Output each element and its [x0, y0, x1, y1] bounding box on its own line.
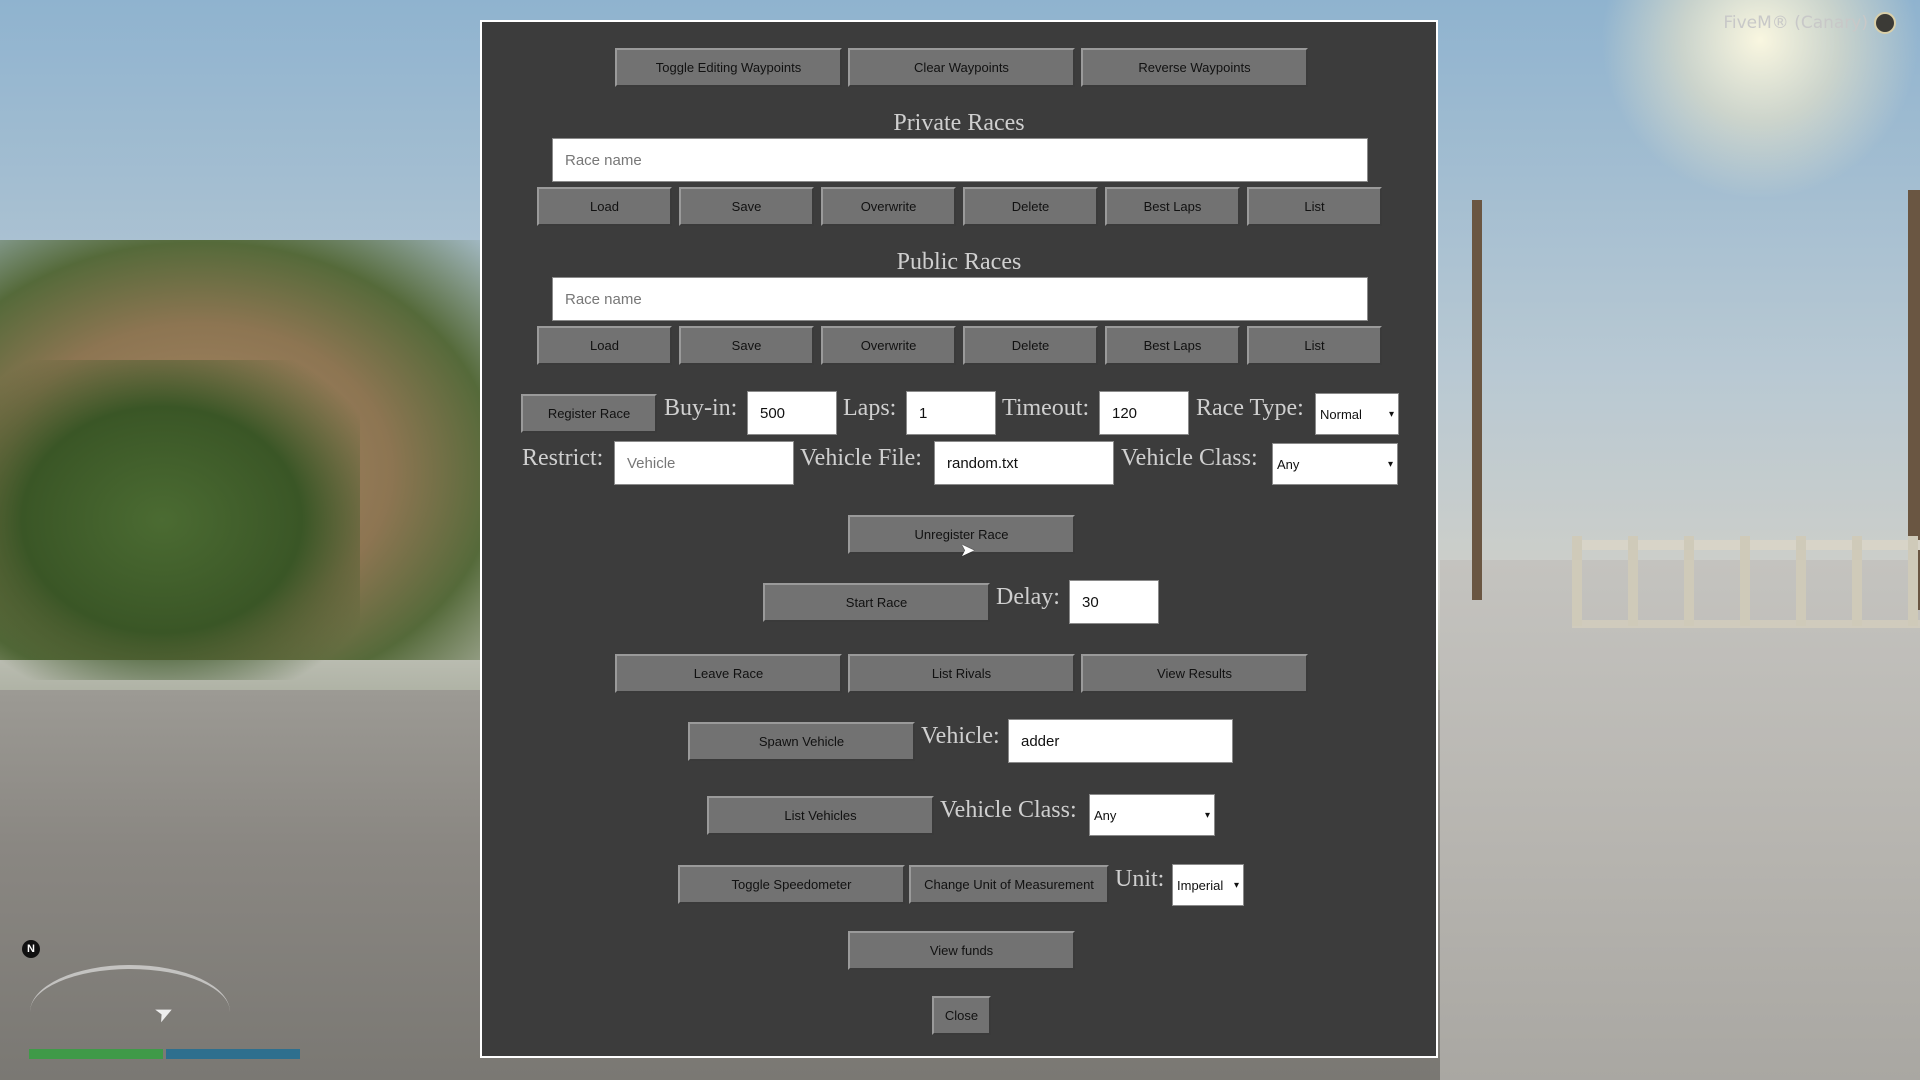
unit-select[interactable]: Imperial ▾ [1172, 864, 1244, 906]
unit-label: Unit: [1115, 866, 1165, 892]
list-vehicle-class-value: Any [1094, 807, 1117, 823]
private-overwrite-button[interactable]: Overwrite [821, 187, 956, 226]
fence-post [1796, 536, 1806, 626]
private-load-button[interactable]: Load [537, 187, 672, 226]
race-type-select[interactable]: Normal ▾ [1315, 393, 1399, 435]
toggle-editing-waypoints-button[interactable]: Toggle Editing Waypoints [615, 48, 842, 87]
public-best-laps-button[interactable]: Best Laps [1105, 326, 1240, 365]
fence-post [1684, 536, 1694, 626]
health-bar [29, 1049, 163, 1059]
fence-post [1852, 536, 1862, 626]
spawn-vehicle-button[interactable]: Spawn Vehicle [688, 722, 915, 761]
vehicle-file-label: Vehicle File: [800, 445, 922, 471]
private-best-laps-button[interactable]: Best Laps [1105, 187, 1240, 226]
private-list-button[interactable]: List [1247, 187, 1382, 226]
background-bushes [0, 360, 360, 680]
toggle-speedometer-button[interactable]: Toggle Speedometer [678, 865, 905, 904]
vehicle-file-input[interactable] [934, 441, 1114, 485]
chevron-down-icon: ▾ [1233, 879, 1239, 891]
restrict-vehicle-input[interactable] [614, 441, 794, 485]
laps-label: Laps: [843, 395, 897, 421]
public-list-button[interactable]: List [1247, 326, 1382, 365]
vehicle-class-select[interactable]: Any ▾ [1272, 443, 1398, 485]
view-results-button[interactable]: View Results [1081, 654, 1308, 693]
list-rivals-button[interactable]: List Rivals [848, 654, 1075, 693]
fence-post [1740, 536, 1750, 626]
vehicle-class-label: Vehicle Class: [1121, 445, 1258, 471]
background-road-right [1440, 560, 1920, 1080]
close-button[interactable]: Close [932, 996, 991, 1035]
register-race-button[interactable]: Register Race [521, 394, 657, 433]
list-vehicles-button[interactable]: List Vehicles [707, 796, 934, 835]
armor-bar [166, 1049, 300, 1059]
delay-label: Delay: [996, 584, 1060, 610]
background-fence [1572, 536, 1920, 628]
public-delete-button[interactable]: Delete [963, 326, 1098, 365]
race-type-value: Normal [1320, 406, 1362, 422]
fence-post [1628, 536, 1638, 626]
minimap-road [30, 965, 230, 1059]
timeout-label: Timeout: [1002, 395, 1090, 421]
leave-race-button[interactable]: Leave Race [615, 654, 842, 693]
list-vehicle-class-select[interactable]: Any ▾ [1089, 794, 1215, 836]
chevron-down-icon: ▾ [1388, 408, 1394, 420]
background-pole [1472, 200, 1482, 600]
public-overwrite-button[interactable]: Overwrite [821, 326, 956, 365]
mouse-cursor-icon: ➤ [960, 540, 976, 560]
spawn-vehicle-input[interactable] [1008, 719, 1233, 763]
private-races-title: Private Races [893, 110, 1025, 136]
fence-post [1908, 536, 1918, 626]
brand-watermark: FiveM® (Canary) [1723, 12, 1896, 34]
buy-in-label: Buy-in: [664, 395, 738, 421]
delay-input[interactable] [1069, 580, 1159, 624]
vehicle-label: Vehicle: [921, 723, 1000, 749]
clear-waypoints-button[interactable]: Clear Waypoints [848, 48, 1075, 87]
laps-input[interactable] [906, 391, 996, 435]
reverse-waypoints-button[interactable]: Reverse Waypoints [1081, 48, 1308, 87]
buy-in-input[interactable] [747, 391, 837, 435]
public-races-title: Public Races [896, 249, 1022, 275]
vehicle-class-value: Any [1277, 456, 1300, 472]
timeout-input[interactable] [1099, 391, 1189, 435]
chevron-down-icon: ▾ [1204, 809, 1210, 821]
restrict-label: Restrict: [522, 445, 604, 471]
race-type-label: Race Type: [1196, 395, 1304, 421]
race-menu-panel: Toggle Editing Waypoints Clear Waypoints… [480, 20, 1438, 1058]
public-load-button[interactable]: Load [537, 326, 672, 365]
private-save-button[interactable]: Save [679, 187, 814, 226]
view-funds-button[interactable]: View funds [848, 931, 1075, 970]
unit-value: Imperial [1177, 877, 1224, 893]
start-race-button[interactable]: Start Race [763, 583, 990, 622]
chevron-down-icon: ▾ [1387, 458, 1393, 470]
private-race-name-input[interactable] [552, 138, 1368, 182]
list-vehicle-class-label: Vehicle Class: [940, 797, 1077, 823]
compass-north-icon: N [22, 940, 40, 958]
change-unit-button[interactable]: Change Unit of Measurement [909, 865, 1109, 904]
fence-post [1572, 536, 1582, 626]
brand-text: FiveM® (Canary) [1723, 13, 1868, 33]
globe-icon [1874, 12, 1896, 34]
public-race-name-input[interactable] [552, 277, 1368, 321]
public-save-button[interactable]: Save [679, 326, 814, 365]
private-delete-button[interactable]: Delete [963, 187, 1098, 226]
